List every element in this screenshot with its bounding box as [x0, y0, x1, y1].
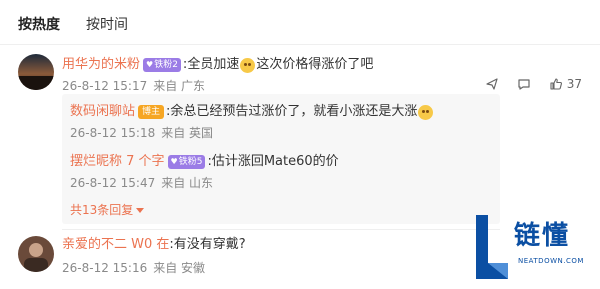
avatar[interactable] [18, 54, 54, 90]
logo-l-mark-icon [476, 215, 508, 279]
doge-emoji-icon [240, 57, 256, 73]
reply-location: 来自 山东 [161, 176, 214, 190]
logo-subtitle: NEATDOWN.COM [518, 257, 584, 265]
thumbs-up-icon [550, 78, 562, 90]
tab-by-heat[interactable]: 按热度 [18, 15, 60, 35]
comment-actions: 37 [485, 77, 582, 91]
comment-icon [518, 79, 530, 90]
tabs-divider [0, 44, 600, 45]
tab-by-time[interactable]: 按时间 [86, 15, 128, 35]
reply-meta: 26-8-12 15:47 来自 山东 [70, 175, 213, 191]
comment-meta: 26-8-12 15:16 来自 安徽 [62, 260, 205, 276]
reply-line: 数码闲聊站 博主 : 余总已经预告过涨价了，就看小涨还是大涨 [70, 103, 434, 121]
more-replies-link[interactable]: 共13条回复 [70, 201, 145, 218]
reply-text: 余总已经预告过涨价了，就看小涨还是大涨 [170, 104, 418, 119]
fan-badge: ♥ 铁粉5 [167, 155, 206, 169]
comment-location: 来自 广东 [153, 79, 206, 93]
reply-line: 摆烂昵称 7 个字 ♥ 铁粉5 : 估计涨回Mate60的价 [70, 153, 339, 171]
reply-location: 来自 英国 [161, 126, 214, 140]
comment-text-part: 这次价格得涨价了吧 [256, 57, 374, 72]
logo-text: 链懂 [514, 221, 571, 251]
site-logo: 链懂 NEATDOWN.COM [472, 213, 590, 283]
heart-icon: ♥ [170, 157, 178, 166]
heart-icon: ♥ [146, 60, 154, 69]
sort-tabs: 按热度 按时间 [18, 14, 128, 36]
comment-username[interactable]: 亲爱的不二 W0 在 [62, 236, 169, 254]
comment-line: 亲爱的不二 W0 在 : 有没有穿戴? [62, 236, 246, 254]
reply-meta: 26-8-12 15:18 来自 英国 [70, 125, 213, 141]
like-button[interactable]: 37 [549, 77, 582, 91]
grin-emoji-icon [418, 104, 434, 120]
caret-down-icon [136, 208, 145, 213]
reply-username[interactable]: 摆烂昵称 7 个字 [70, 153, 165, 171]
share-button[interactable] [485, 77, 499, 91]
reply-text: 估计涨回Mate60的价 [211, 154, 339, 169]
comment-button[interactable] [517, 77, 531, 91]
blogger-badge: 博主 [138, 105, 165, 119]
fan-badge: ♥ 铁粉2 [143, 58, 181, 72]
reply-date: 26-8-12 15:18 [70, 126, 156, 140]
comment-text-part: 全员加速 [187, 57, 240, 72]
reply-username[interactable]: 数码闲聊站 [70, 103, 135, 121]
comment-username[interactable]: 用华为的米粉 [62, 56, 140, 74]
comment-line: 用华为的米粉 ♥ 铁粉2 : 全员加速 这次价格得涨价了吧 [62, 56, 374, 74]
comment-date: 26-8-12 15:16 [62, 261, 148, 275]
comment-text: 有没有穿戴? [173, 237, 246, 252]
comment-location: 来自 安徽 [153, 261, 206, 275]
reply-date: 26-8-12 15:47 [70, 176, 156, 190]
comment-date: 26-8-12 15:17 [62, 79, 148, 93]
share-icon [486, 78, 498, 90]
comment-separator [62, 229, 500, 230]
avatar[interactable] [18, 236, 54, 272]
comment-meta: 26-8-12 15:17 来自 广东 [62, 78, 205, 94]
like-count: 37 [566, 77, 582, 91]
